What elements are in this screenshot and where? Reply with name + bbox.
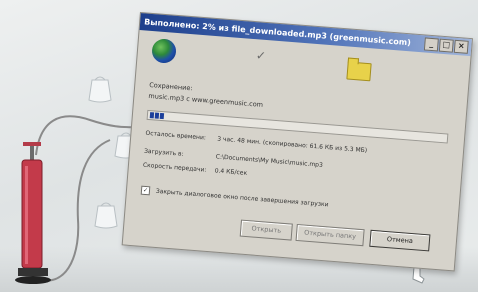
folder-icon	[346, 61, 372, 82]
download-to-value: C:\Documents\My Music\music.mp3	[215, 153, 324, 169]
maximize-button[interactable]: □	[438, 38, 454, 53]
close-when-done-label: Закрыть диалоговое окно после завершения…	[155, 187, 329, 209]
close-when-done-row[interactable]: ✓ Закрыть диалоговое окно после завершен…	[140, 185, 329, 210]
download-url: music.mp3 с www.greenmusic.com	[148, 91, 264, 109]
plastic-bag-icon	[88, 76, 112, 103]
air-pump-illustration	[10, 140, 60, 290]
title-buttons: _ □ ×	[423, 37, 469, 54]
close-button[interactable]: ×	[453, 39, 469, 54]
minimize-button[interactable]: _	[423, 37, 439, 52]
transfer-rate-row: Скорость передачи: 0.4 КБ/сек	[143, 162, 248, 177]
check-transfer-icon: ✓	[255, 48, 267, 63]
progress-block	[159, 112, 165, 120]
progress-block	[154, 112, 160, 119]
open-folder-button[interactable]: Открыть папку	[295, 223, 365, 247]
download-dialog: Выполнено: 2% из file_downloaded.mp3 (gr…	[121, 12, 473, 272]
transfer-rate-value: 0.4 КБ/сек	[214, 167, 248, 177]
progress-block	[149, 112, 155, 119]
saving-label: Сохранение:	[148, 80, 193, 93]
plastic-bag-icon	[94, 202, 118, 229]
download-to-label: Загрузить в:	[143, 147, 184, 158]
time-left-label: Осталось времени:	[145, 129, 207, 142]
transfer-rate-label: Скорость передачи:	[142, 161, 207, 174]
time-left-value: 3 час. 48 мин. (скопировано: 61.6 КБ из …	[216, 135, 368, 155]
globe-icon	[151, 38, 177, 64]
close-when-done-checkbox[interactable]: ✓	[140, 185, 151, 196]
cancel-button[interactable]: Отмена	[369, 229, 431, 252]
open-button[interactable]: Открыть	[239, 219, 293, 241]
